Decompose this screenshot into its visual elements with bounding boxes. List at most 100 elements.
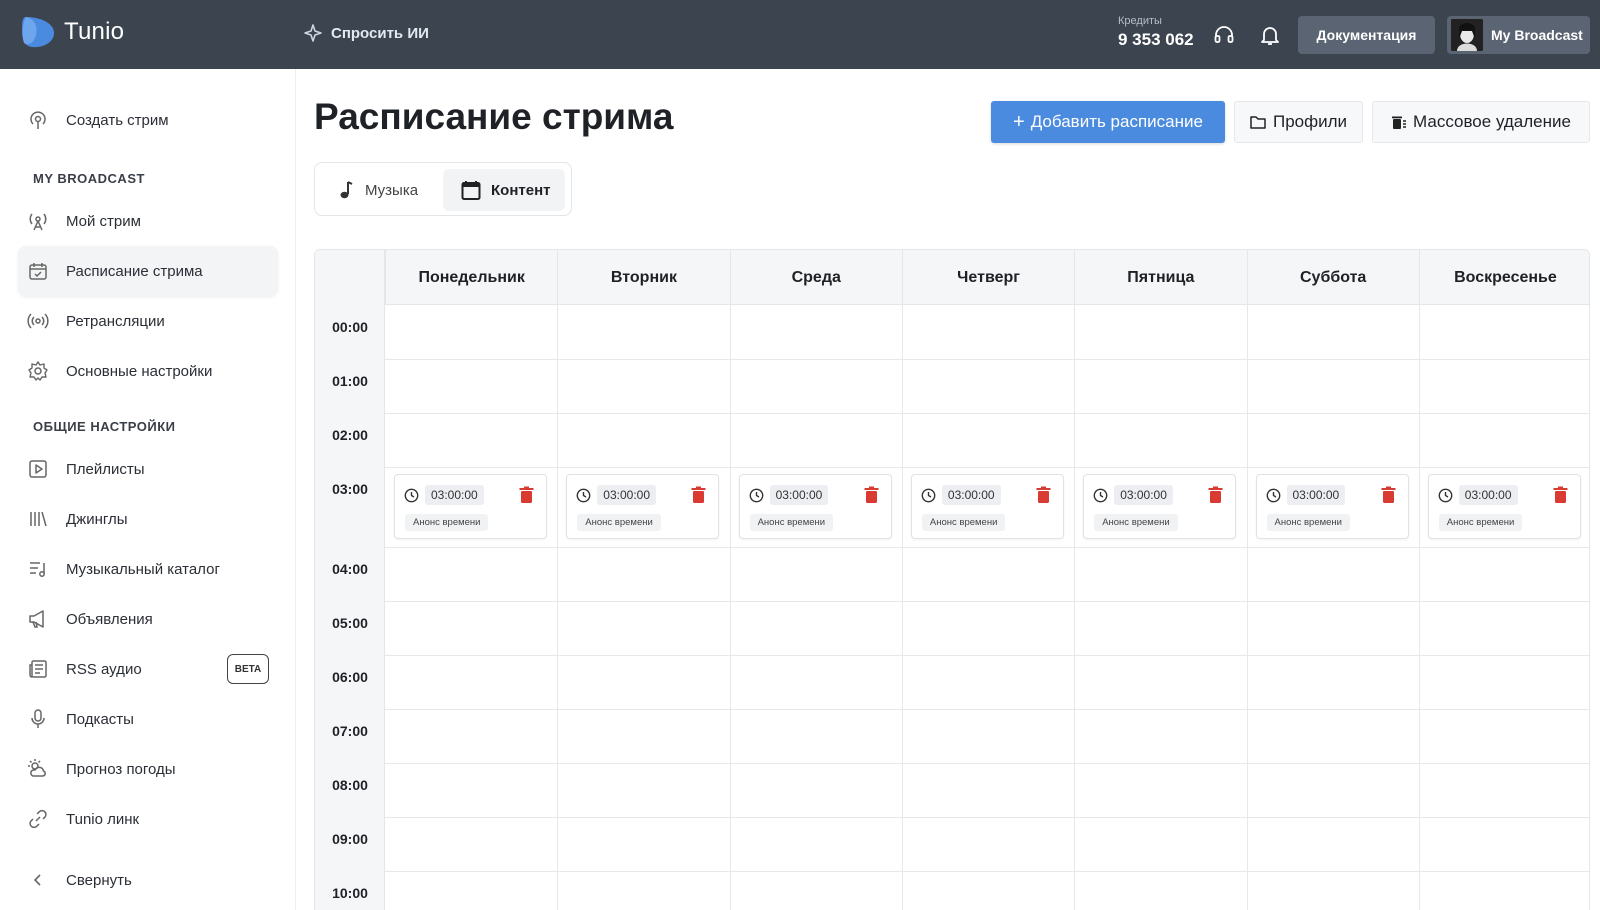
event-time: 03:00:00 [425,485,484,505]
profile-button[interactable]: My Broadcast [1447,16,1590,54]
profiles-button[interactable]: Профили [1234,101,1363,143]
sidebar-item-label: Основные настройки [66,362,213,380]
sidebar-item-label: Tunio линк [66,810,140,828]
schedule-event[interactable]: 03:00:00 Анонс времени [1255,474,1409,539]
sidebar-collapse[interactable]: Свернуть [18,855,278,905]
sidebar-item-relays[interactable]: Ретрансляции [18,296,278,346]
tab-content[interactable]: Контент [443,169,565,211]
sidebar-item-jingles[interactable]: Джинглы [18,494,278,544]
page-title: Расписание стрима [314,96,674,137]
sidebar-item-tunio-link[interactable]: Tunio линк [18,794,278,844]
clock-icon [404,488,419,503]
time-label: 01:00 [332,373,368,389]
event-time: 03:00:00 [769,485,829,505]
clock-icon [921,488,936,503]
schedule-event[interactable]: 03:00:00 Анонс времени [1083,474,1237,539]
delete-icon[interactable] [1036,486,1051,504]
sidebar-item-main-settings[interactable]: Основные настройки [18,346,278,396]
grid-row-divider [385,359,1589,360]
grid-column-divider [729,305,731,910]
beta-badge: BETA [227,654,269,684]
event-label: Анонс времени [1438,514,1523,531]
schedule-event[interactable]: 03:00:00 Анонс времени [566,474,720,539]
credits-label: Кредиты [1118,15,1162,27]
headset-icon[interactable] [1213,24,1235,46]
schedule-grid: Понедельник Вторник Среда Четверг Пятница Суб… [314,249,1590,910]
grid-column-divider [1074,305,1076,910]
sidebar-item-create-stream[interactable]: Создать стрим [18,95,278,145]
weather-icon [28,759,46,777]
time-label: 07:00 [332,723,368,739]
delete-icon[interactable] [1381,486,1396,504]
schedule-event[interactable]: 03:00:00 Анонс времени [910,474,1064,539]
sidebar-item-playlists[interactable]: Плейлисты [18,444,278,494]
sidebar-item-announcements[interactable]: Объявления [18,594,278,644]
sidebar-item-podcasts[interactable]: Подкасты [18,694,278,744]
event-time: 03:00:00 [1114,485,1173,505]
sidebar: Создать стрим MY BROADCAST Мой стрим Рас… [0,69,296,910]
sidebar-item-label: Расписание стрима [66,262,203,280]
grid-row-divider [385,871,1589,872]
music-note-icon [340,181,353,199]
delete-icon[interactable] [864,486,879,504]
event-time: 03:00:00 [1286,485,1346,505]
sidebar-item-label: Мой стрим [66,212,141,230]
grid-column-divider [557,305,559,910]
avatar [1451,19,1483,51]
delete-icon[interactable] [1208,486,1223,504]
clock-icon [749,488,763,503]
delete-icon[interactable] [691,486,706,504]
app-name: Tunio [64,18,125,45]
grid-row-divider [385,655,1589,656]
time-label: 10:00 [332,885,368,901]
section-my-broadcast: MY BROADCAST [33,171,145,186]
time-label: 00:00 [332,319,368,335]
event-label: Анонс времени [405,514,489,531]
add-schedule-label: Добавить расписание [1030,112,1203,131]
sidebar-item-music-catalog[interactable]: Музыкальный каталог [18,544,278,594]
schedule-event[interactable]: 03:00:00 Анонс времени [1427,474,1581,539]
grid-column-divider [1246,305,1248,910]
megaphone-icon [29,610,44,628]
add-schedule-button[interactable]: + Добавить расписание [991,101,1225,143]
logo[interactable]: Tunio [20,15,124,49]
section-general-settings: ОБЩИЕ НАСТРОЙКИ [33,419,176,434]
sidebar-item-my-stream[interactable]: Мой стрим [18,196,278,246]
gear-icon [28,361,48,381]
schedule-event[interactable]: 03:00:00 Анонс времени [394,474,547,539]
clock-icon [1093,488,1108,503]
event-label: Анонс времени [1266,514,1350,531]
clock-icon [576,488,591,503]
sidebar-item-label: Плейлисты [66,460,145,478]
delete-icon[interactable] [1553,486,1568,504]
sidebar-item-label: Объявления [66,610,153,628]
time-label: 02:00 [332,427,368,443]
music-list-icon [30,562,45,577]
tab-music[interactable]: Музыка [337,169,437,211]
sidebar-item-schedule[interactable]: Расписание стрима [18,246,278,296]
bulk-delete-button[interactable]: Массовое удаление [1372,101,1590,143]
grid-row-divider [385,601,1589,602]
clock-icon [1438,488,1453,503]
folder-icon [1250,115,1266,129]
bell-icon[interactable] [1259,24,1281,46]
ask-ai-button[interactable]: Спросить ИИ [303,23,429,43]
event-time: 03:00:00 [597,485,657,505]
day-header: Среда [729,250,902,305]
grid-row-divider [385,467,1589,468]
tunio-logo-icon [22,17,54,48]
day-header: Четверг [901,250,1074,305]
trash-icon [1392,116,1407,129]
grid-row-divider [385,709,1589,710]
microphone-icon [31,709,45,728]
sidebar-item-weather[interactable]: Прогноз погоды [18,744,278,794]
chevron-left-icon [33,874,41,886]
grid-row-divider [385,817,1589,818]
grid-row-divider [385,413,1589,414]
delete-icon[interactable] [519,486,534,504]
sidebar-item-rss-audio[interactable]: RSS аудио BETA [18,644,278,694]
documentation-button[interactable]: Документация [1298,16,1435,54]
day-header: Воскресенье [1418,250,1589,305]
broadcast-icon [30,111,46,129]
schedule-event[interactable]: 03:00:00 Анонс времени [738,474,892,539]
